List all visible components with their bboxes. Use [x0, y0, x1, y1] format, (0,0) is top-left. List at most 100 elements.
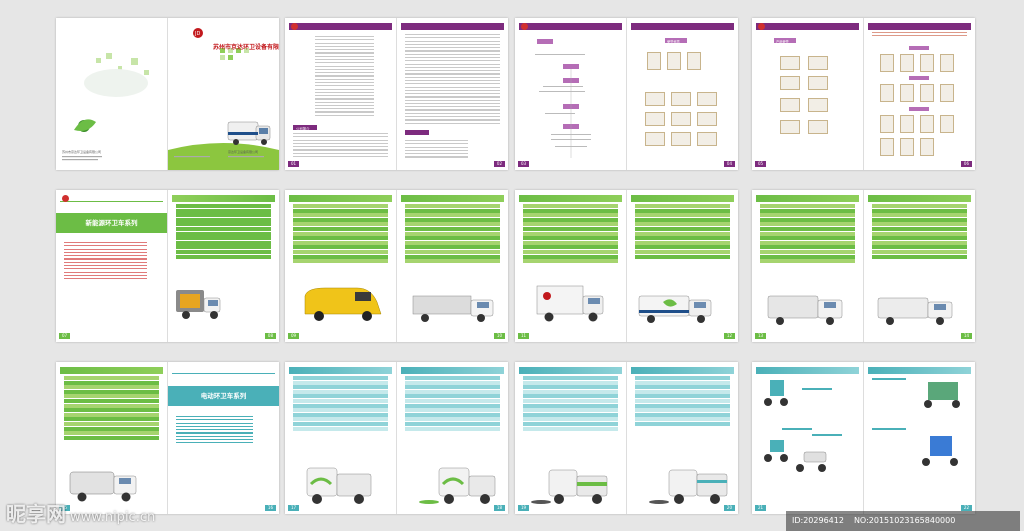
- spec-page: 13: [752, 190, 863, 342]
- certificate-image: [671, 132, 691, 146]
- page-number: 08: [264, 333, 276, 339]
- org-chart-page: 03: [515, 18, 626, 170]
- spec-table: [760, 204, 855, 264]
- page-number: 03: [518, 161, 530, 167]
- tricycle-illustrations: [872, 378, 960, 466]
- page-header: [519, 195, 622, 202]
- certificate-image: [780, 56, 800, 70]
- certificate-image: [940, 54, 954, 72]
- electric-sweeper-spread-2: 19 20: [515, 362, 738, 514]
- certificate-image: [808, 120, 828, 134]
- certificate-image: [880, 84, 894, 102]
- new-energy-series-title: 新能源环卫车系列: [56, 213, 167, 233]
- page-header: [60, 367, 163, 374]
- electric-intro-page: 电动环卫车系列 16: [168, 362, 279, 514]
- intro-section-tab: 公司简介: [293, 125, 317, 131]
- list-text: [405, 140, 468, 160]
- compactor-spread: 13 14: [752, 190, 975, 342]
- jd-logo-icon: [62, 195, 69, 202]
- product-honor-left: 产品荣誉 05: [752, 18, 863, 170]
- spec-page: 18: [397, 362, 508, 514]
- toc-page: 公司简介 01: [285, 18, 396, 170]
- electric-sweeper-icon: [649, 469, 728, 504]
- electric-tricycle-icon: [764, 380, 788, 406]
- certificate-image: [920, 115, 934, 133]
- electric-series-title: 电动环卫车系列: [168, 386, 279, 406]
- page-number: 18: [493, 505, 505, 511]
- certificate-image: [697, 92, 717, 106]
- spec-table: [523, 376, 618, 431]
- page-number: 09: [288, 333, 300, 339]
- page-number: 07: [59, 333, 71, 339]
- spec-page: 15: [56, 362, 167, 514]
- certificate-image: [687, 52, 701, 70]
- product-section-tab: 产品荣誉: [774, 38, 796, 44]
- page-number: 13: [755, 333, 767, 339]
- certificate-image: [880, 115, 894, 133]
- spec-page: 11: [515, 190, 626, 342]
- spec-page: 14: [864, 190, 975, 342]
- certificate-image: [808, 76, 828, 90]
- page-number: 17: [288, 505, 300, 511]
- spec-page: 12: [627, 190, 738, 342]
- sweeper-truck-icon: [638, 295, 712, 323]
- page-number: 20: [723, 505, 735, 511]
- tank-truck-icon: [877, 297, 953, 325]
- site-name: 昵享网: [6, 502, 66, 526]
- certificates-page: 荣誉资质 04: [627, 18, 738, 170]
- electric-tricycle-icon: [764, 440, 788, 462]
- certificate-image: [940, 115, 954, 133]
- spec-table: [64, 376, 159, 440]
- certificate-image: [900, 138, 914, 156]
- page-number: 10: [493, 333, 505, 339]
- electric-tricycle-icon: [796, 451, 827, 472]
- section-tab: [909, 107, 929, 111]
- page-number: 11: [518, 333, 530, 339]
- page-header: [172, 195, 275, 202]
- page-number: 21: [755, 505, 767, 511]
- cover-back-page: 苏州市京达环卫设备有限公司: [56, 18, 167, 170]
- certificate-image: [900, 84, 914, 102]
- certificate-image: [880, 54, 894, 72]
- page-header: [756, 195, 859, 202]
- page-header: [401, 367, 504, 374]
- product-honor-spread: 产品荣誉 05 06: [752, 18, 975, 170]
- spec-page: 10: [397, 190, 508, 342]
- certificate-image: [780, 98, 800, 112]
- certificate-image: [780, 120, 800, 134]
- intro-paragraphs: [405, 34, 500, 126]
- cargo-truck-icon: [412, 295, 494, 322]
- company-logo-icon: JD: [193, 28, 203, 38]
- honor-text: [872, 32, 967, 39]
- sweeper-truck-icon: [227, 121, 271, 145]
- certificate-image: [780, 76, 800, 90]
- tricycle-illustrations: [764, 380, 842, 472]
- certificate-image: [808, 56, 828, 70]
- page-number: 06: [960, 161, 972, 167]
- page-number: 01: [288, 161, 300, 167]
- box-truck-spread: 11 12: [515, 190, 738, 342]
- site-watermark: 昵享网 www.nipic.cn: [6, 498, 155, 527]
- series-description: [176, 416, 253, 446]
- vans-spread: 09 10: [285, 190, 508, 342]
- tricycle-page: 22: [864, 362, 975, 514]
- page-header: [756, 23, 859, 30]
- honor-section-tab: 荣誉资质: [665, 38, 687, 44]
- page-header: [289, 367, 392, 374]
- leaf-logo-icon: [74, 119, 96, 132]
- tricycle-spread: 21 22: [752, 362, 975, 514]
- spec-page: 20: [627, 362, 738, 514]
- spec-table: [635, 204, 730, 259]
- electric-spread: 15 电动环卫车系列 16: [56, 362, 279, 514]
- spec-table: [405, 376, 500, 431]
- cover-company-name: 苏州市京达环卫设备有限公司: [213, 44, 279, 51]
- certificate-image: [645, 112, 665, 126]
- spec-table: [405, 204, 500, 264]
- page-header: [401, 195, 504, 202]
- garbage-tricycle-icon: [924, 382, 960, 408]
- spec-page: 19: [515, 362, 626, 514]
- tricycle-page: 21: [752, 362, 863, 514]
- cover-left-graphic: [62, 53, 149, 161]
- electric-sweeper-icon: [531, 469, 608, 504]
- svg-text:JD: JD: [194, 31, 200, 37]
